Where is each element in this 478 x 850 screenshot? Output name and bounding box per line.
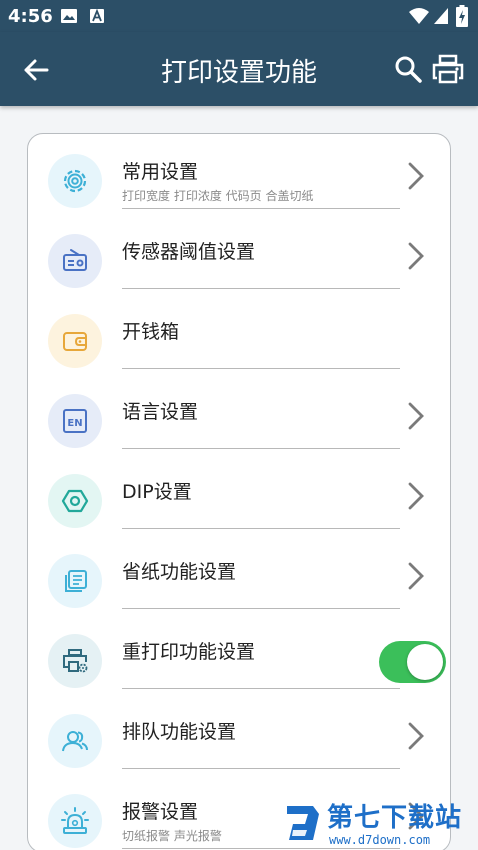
settings-item-label: 省纸功能设置 xyxy=(122,561,237,583)
settings-item-label: 常用设置 xyxy=(122,161,199,183)
settings-item-label: 报警设置 xyxy=(122,801,199,823)
hex-nut-icon xyxy=(48,474,102,528)
settings-item-label: 排队功能设置 xyxy=(122,721,237,743)
en-language-icon: EN xyxy=(48,394,102,448)
divider xyxy=(122,368,400,369)
chevron-right-icon xyxy=(408,562,424,590)
battery-charging-icon xyxy=(456,5,468,27)
settings-item-common[interactable]: 常用设置 打印宽度 打印浓度 代码页 合盖切纸 xyxy=(28,142,450,222)
paper-stack-icon xyxy=(48,554,102,608)
settings-item-language[interactable]: EN 语言设置 xyxy=(28,382,450,462)
reprint-toggle[interactable] xyxy=(379,641,446,683)
cell-signal-icon xyxy=(434,8,448,24)
divider xyxy=(122,528,400,529)
back-arrow-icon[interactable] xyxy=(20,54,52,86)
radio-sensor-icon xyxy=(48,234,102,288)
page-title: 打印设置功能 xyxy=(160,58,317,88)
wallet-icon xyxy=(48,314,102,368)
settings-item-dip[interactable]: DIP设置 xyxy=(28,462,450,542)
status-bar: 4:56 xyxy=(0,0,478,32)
settings-item-queue[interactable]: 排队功能设置 xyxy=(28,702,450,782)
watermark-url: www.d7down.com xyxy=(329,833,431,847)
app-bar: 打印设置功能 xyxy=(0,32,478,106)
chevron-right-icon xyxy=(408,482,424,510)
divider xyxy=(122,688,400,689)
a-notify-icon xyxy=(90,8,104,23)
divider xyxy=(122,768,400,769)
watermark-logo-icon xyxy=(287,806,319,840)
toggle-knob xyxy=(407,644,443,680)
svg-text:EN: EN xyxy=(67,418,82,429)
settings-card: 常用设置 打印宽度 打印浓度 代码页 合盖切纸 传感器阈值设置 开钱箱 EN 语… xyxy=(27,133,451,850)
divider xyxy=(122,608,400,609)
divider xyxy=(122,208,400,209)
chevron-right-icon xyxy=(408,162,424,190)
gear-icon xyxy=(48,154,102,208)
settings-item-sensor-threshold[interactable]: 传感器阈值设置 xyxy=(28,222,450,302)
divider xyxy=(122,288,400,289)
settings-item-label: 语言设置 xyxy=(122,401,199,423)
search-icon[interactable] xyxy=(393,54,423,84)
alarm-light-icon xyxy=(48,794,102,848)
watermark-name: 第七下载站 xyxy=(327,803,463,833)
printer-icon[interactable] xyxy=(432,54,464,84)
chevron-right-icon xyxy=(408,722,424,750)
settings-item-reprint[interactable]: 重打印功能设置 xyxy=(28,622,450,702)
settings-item-label: 传感器阈值设置 xyxy=(122,241,256,263)
settings-item-label: 开钱箱 xyxy=(122,321,180,343)
divider xyxy=(122,448,400,449)
users-icon xyxy=(48,714,102,768)
settings-item-label: 重打印功能设置 xyxy=(122,641,256,663)
chevron-right-icon xyxy=(408,402,424,430)
image-icon xyxy=(61,9,77,23)
site-watermark: 第七下载站 www.d7down.com xyxy=(283,795,475,850)
status-time: 4:56 xyxy=(8,6,53,27)
settings-item-label: DIP设置 xyxy=(122,481,192,503)
wifi-icon xyxy=(409,8,429,24)
chevron-right-icon xyxy=(408,242,424,270)
settings-item-subtitle: 切纸报警 声光报警 xyxy=(122,829,222,843)
settings-item-paper-saving[interactable]: 省纸功能设置 xyxy=(28,542,450,622)
settings-item-cash-drawer[interactable]: 开钱箱 xyxy=(28,302,450,382)
settings-item-subtitle: 打印宽度 打印浓度 代码页 合盖切纸 xyxy=(122,189,314,203)
printer-gear-icon xyxy=(48,634,102,688)
